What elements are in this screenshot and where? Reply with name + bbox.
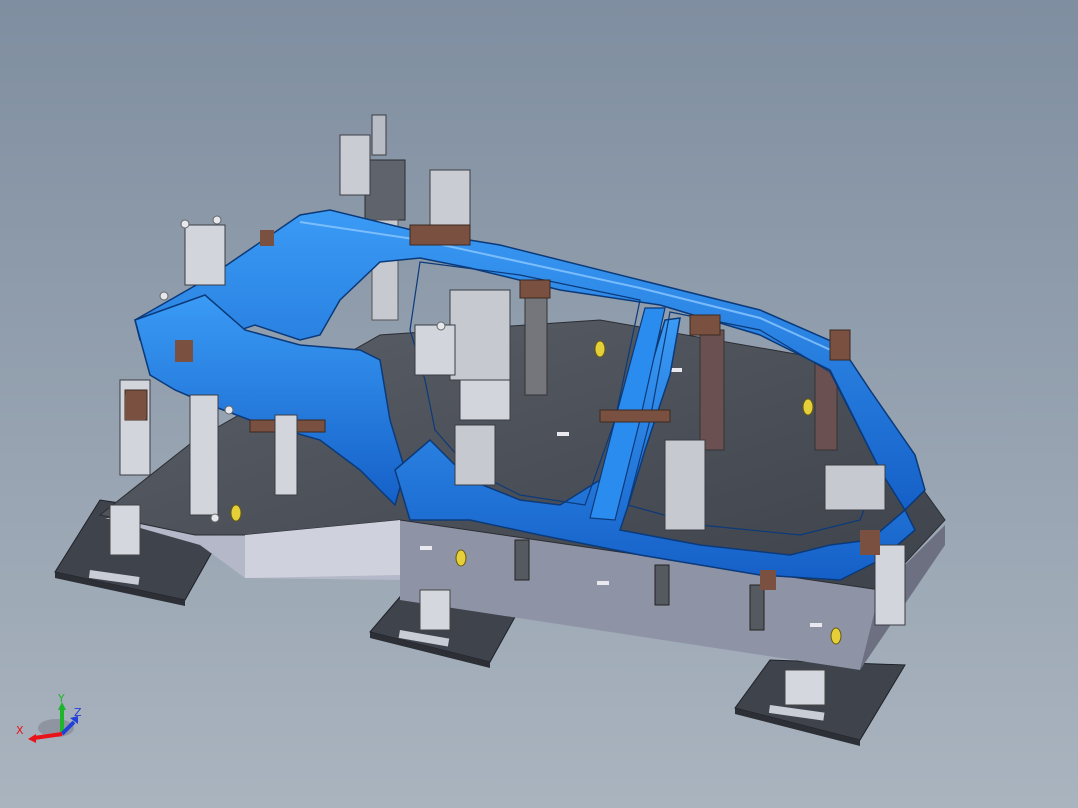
z-axis-label: Z [74,706,82,719]
y-axis-label: Y [57,694,65,705]
x-axis-arrow-icon [33,732,63,740]
coordinate-triad: Y Z X [16,694,82,743]
x-axis-head-icon [28,734,36,743]
cad-viewport[interactable]: Y Z X [0,0,1078,808]
x-axis-label: X [16,724,24,737]
welding-fixture-model[interactable] [0,0,1078,808]
